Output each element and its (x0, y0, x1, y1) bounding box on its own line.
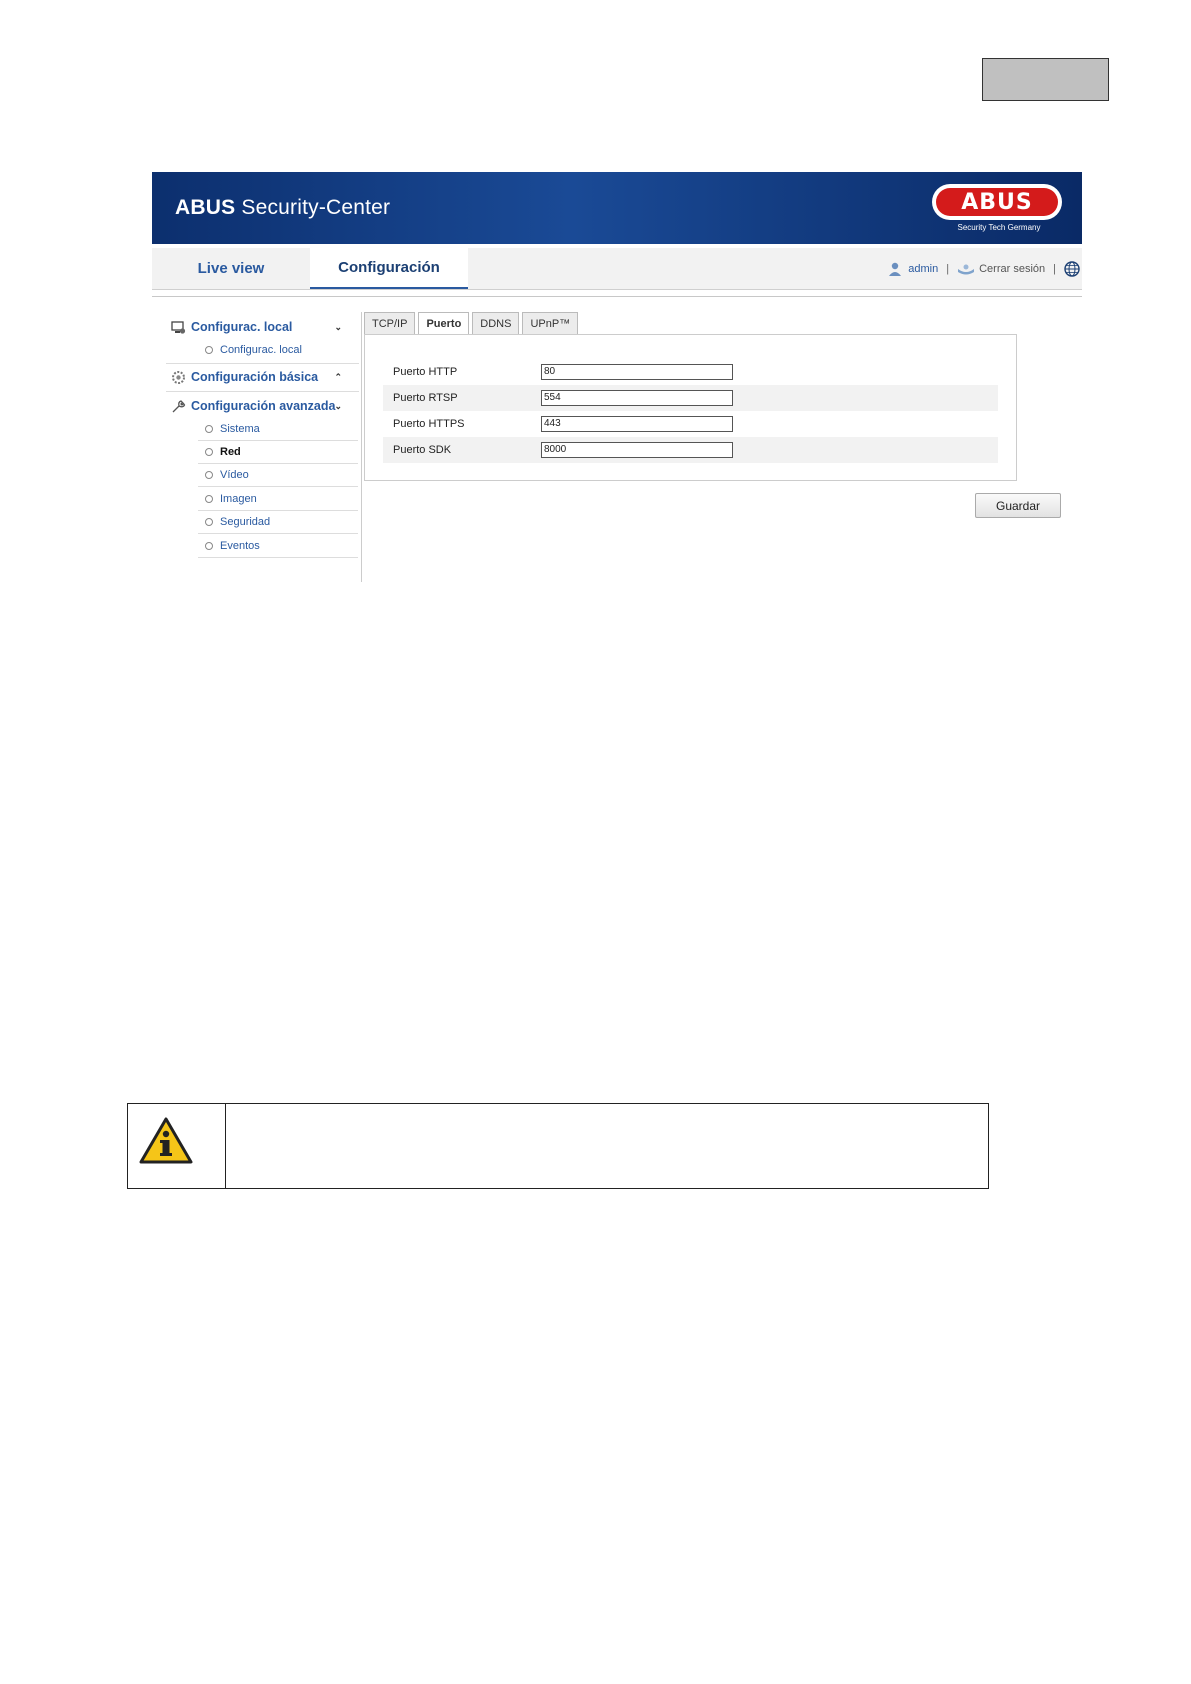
note-divider (225, 1104, 226, 1188)
warning-info-icon (138, 1116, 194, 1166)
field-label: Puerto HTTPS (393, 418, 465, 430)
user-icon (887, 261, 903, 277)
sidebar-item-imagen[interactable]: Imagen (198, 488, 358, 511)
bullet-icon (205, 471, 213, 479)
separator: | (1053, 262, 1056, 275)
form-row: Puerto SDK 8000 (383, 437, 998, 463)
field-label: Puerto SDK (393, 444, 452, 456)
form-row: Puerto HTTP 80 (383, 359, 998, 385)
bullet-icon (205, 518, 213, 526)
info-note-box (127, 1103, 989, 1189)
abus-web-interface: ABUS Security-Center ABUS Security Tech … (152, 172, 1082, 582)
sidebar-section-basica[interactable]: Configuración básica ⌃ (166, 365, 346, 389)
form-row: Puerto HTTPS 443 (383, 411, 998, 437)
gear-icon (170, 369, 186, 385)
tab-tcpip[interactable]: TCP/IP (364, 312, 416, 335)
sidebar-item-video[interactable]: Vídeo (198, 464, 358, 487)
chevron-down-icon: ⌄ (334, 321, 342, 332)
tab-configuracion[interactable]: Configuración (310, 248, 468, 289)
sidebar-item-eventos[interactable]: Eventos (198, 535, 358, 558)
header-banner: ABUS Security-Center ABUS Security Tech … (152, 172, 1082, 244)
globe-icon[interactable] (1064, 260, 1080, 277)
page-number-box (982, 58, 1109, 101)
abus-logo: ABUS (932, 184, 1062, 220)
tab-puerto[interactable]: Puerto (418, 312, 470, 335)
logout-link[interactable]: Cerrar sesión (979, 263, 1045, 275)
sidebar-item-red[interactable]: Red (198, 441, 358, 464)
top-navigation: Live view Configuración admin | Cerrar s… (152, 248, 1082, 290)
bullet-icon (205, 495, 213, 503)
rtsp-port-field[interactable]: 554 (541, 390, 733, 406)
logout-icon (957, 263, 975, 275)
bullet-icon (205, 448, 213, 456)
sidebar-item-configurac-local[interactable]: Configurac. local (198, 339, 358, 361)
computer-settings-icon (170, 319, 186, 335)
sidebar-item-seguridad[interactable]: Seguridad (198, 511, 358, 534)
divider (166, 363, 359, 364)
chevron-up-icon: ⌃ (334, 371, 342, 382)
separator: | (946, 262, 950, 275)
form-row: Puerto RTSP 554 (383, 385, 998, 411)
save-button[interactable]: Guardar (975, 493, 1061, 518)
http-port-field[interactable]: 80 (541, 364, 733, 380)
bullet-icon (205, 346, 213, 354)
user-name-link[interactable]: admin (908, 263, 938, 275)
tab-live-view[interactable]: Live view (152, 248, 310, 289)
bullet-icon (205, 542, 213, 550)
https-port-field[interactable]: 443 (541, 416, 733, 432)
sdk-port-field[interactable]: 8000 (541, 442, 733, 458)
tab-upnp[interactable]: UPnP™ (522, 312, 579, 335)
wrench-icon (170, 398, 186, 414)
port-settings-panel: Puerto HTTP 80 Puerto RTSP 554 Puerto HT… (364, 334, 1017, 481)
nav-divider (152, 296, 1082, 297)
content-tabs: TCP/IP Puerto DDNS UPnP™ (364, 312, 581, 335)
logo-subtitle: Security Tech Germany (957, 223, 1041, 232)
chevron-down-icon: ⌄ (334, 400, 342, 411)
sidebar-section-local[interactable]: Configurac. local ⌄ (166, 315, 346, 339)
main-content: TCP/IP Puerto DDNS UPnP™ Puerto HTTP 80 … (364, 312, 1082, 582)
field-label: Puerto RTSP (393, 392, 458, 404)
sidebar-item-sistema[interactable]: Sistema (198, 418, 358, 441)
sidebar-section-avanzada[interactable]: Configuración avanzada ⌄ (166, 394, 346, 418)
divider (166, 391, 359, 392)
sidebar: Configurac. local ⌄ Configurac. local Co… (166, 312, 362, 582)
bullet-icon (205, 425, 213, 433)
tab-ddns[interactable]: DDNS (472, 312, 520, 335)
field-label: Puerto HTTP (393, 366, 458, 378)
user-bar: admin | Cerrar sesión | (887, 248, 1082, 289)
app-title: ABUS Security-Center (175, 196, 391, 219)
